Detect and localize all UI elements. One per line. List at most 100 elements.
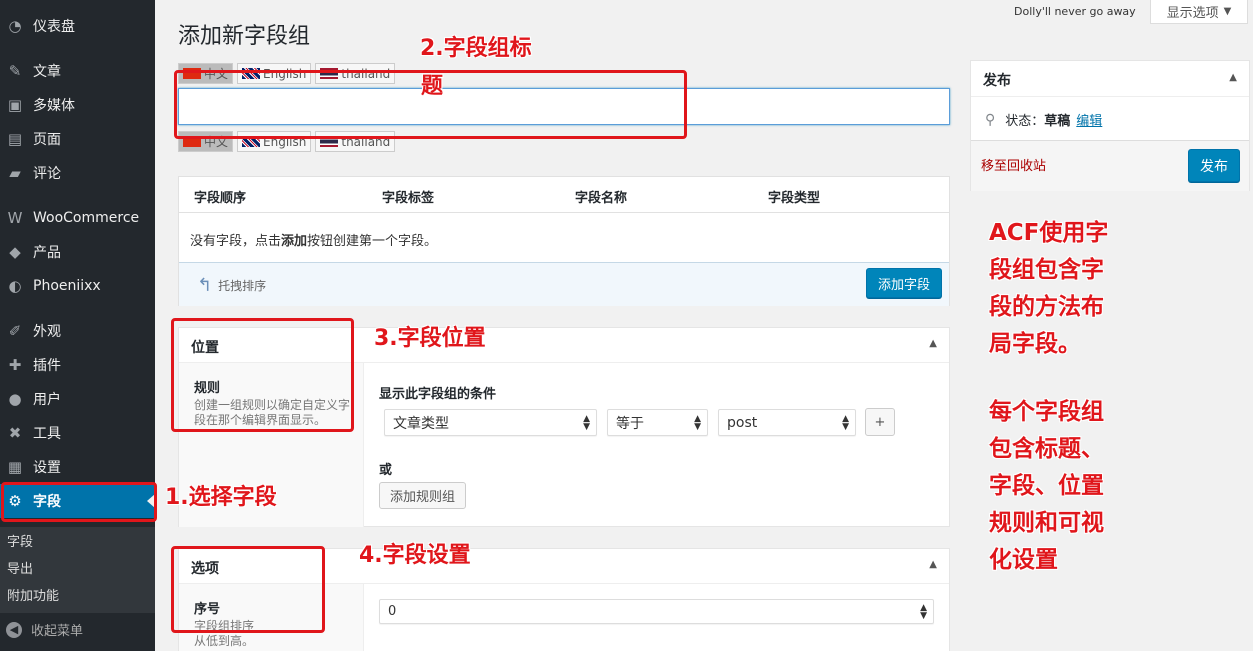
annotation-note-2: 每个字段组 包含标题、 字段、位置 规则和可视 化设置 (989, 394, 1104, 579)
param-value: 文章类型 (393, 415, 449, 432)
add-rule-button[interactable]: + (865, 408, 895, 436)
submenu: 字段 导出 附加功能 (0, 527, 155, 613)
collapse-icon: ◀ (6, 621, 22, 638)
no-fields-message: 没有字段，点击添加按钮创建第一个字段。 (190, 230, 437, 249)
sidebar-item-9[interactable]: ✚ 插件 (0, 348, 155, 382)
sidebar-item-5[interactable]: W WooCommerce (0, 201, 155, 235)
msg-suffix: 按钮创建第一个字段。 (307, 234, 438, 249)
tools-icon: ✖ (8, 424, 22, 442)
submenu-item-addons[interactable]: 附加功能 (7, 585, 59, 604)
dolly-text: Dolly'll never go away (1014, 5, 1136, 18)
curved-arrow-icon: ↰ (197, 275, 213, 296)
sidebar-item-10[interactable]: ● 用户 (0, 382, 155, 416)
appearance-icon: ✐ (8, 322, 22, 340)
submenu-item-fields[interactable]: 字段 (7, 531, 33, 550)
annotation-1: 1.选择字段 (165, 485, 277, 510)
operator-select[interactable]: 等于 ▲ ▼ (607, 409, 708, 436)
collapse-arrow-icon[interactable]: ▲ (929, 338, 937, 349)
publish-box: 发布 ▲ ⚲ 状态： 草稿 编辑 移至回收站 发布 (970, 60, 1250, 191)
user-icon: ● (8, 390, 22, 408)
collapse-arrow-icon[interactable]: ▲ (929, 559, 937, 570)
order-value: 0 (388, 604, 397, 619)
drag-sort-label: 托拽排序 (218, 279, 267, 293)
annotation-note-1: ACF使用字 段组包含字 段的方法布 局字段。 (989, 215, 1108, 363)
operator-value: 等于 (616, 415, 644, 432)
phoeniixx-icon: ◐ (8, 277, 22, 295)
note-line: ACF使用字 (989, 220, 1109, 246)
admin-sidebar: ◔ 仪表盘 ✎ 文章 ▣ 多媒体 ▤ 页面 ▰ 评论 W WooCommerce ◆ 产品 ◐ Phoenii… (0, 0, 155, 651)
annotation-4: 4.字段设置 (359, 543, 471, 568)
status-value: 草稿 (1044, 114, 1071, 129)
caret-down-icon: ▼ (1223, 6, 1232, 17)
note-line: 局字段。 (989, 331, 1081, 357)
sidebar-item-label: 外观 (33, 324, 61, 340)
sidebar-item-label: 工具 (33, 426, 61, 442)
sidebar-item-label: 页面 (33, 132, 61, 148)
page-title: 添加新字段组 (178, 24, 311, 49)
fields-table: 字段顺序 字段标签 字段名称 字段类型 没有字段，点击添加按钮创建第一个字段。 … (178, 176, 950, 306)
col-label: 字段标签 (382, 191, 435, 206)
publish-button[interactable]: 发布 (1188, 149, 1240, 182)
sidebar-item-11[interactable]: ✖ 工具 (0, 416, 155, 450)
sidebar-item-0[interactable]: ◔ 仪表盘 (0, 9, 155, 43)
sidebar-item-label: 文章 (33, 64, 61, 80)
collapse-label: 收起菜单 (31, 624, 84, 639)
publish-header[interactable]: 发布 ▲ (971, 61, 1249, 97)
value-value: post (727, 414, 758, 431)
status-edit-link[interactable]: 编辑 (1076, 110, 1102, 129)
annotation-box-options (171, 546, 325, 633)
pin-icon: ⚲ (985, 111, 996, 128)
sidebar-item-label: 产品 (33, 245, 61, 261)
annotation-box-location (171, 318, 354, 432)
order-number-input[interactable]: 0 ▲ ▼ (379, 599, 934, 624)
select-arrows-icon: ▲ ▼ (583, 414, 590, 432)
note-line: 每个字段组 (989, 399, 1104, 425)
note-line: 化设置 (989, 547, 1058, 573)
sidebar-item-1[interactable]: ✎ 文章 (0, 54, 155, 88)
fields-table-header: 字段顺序 字段标签 字段名称 字段类型 (179, 177, 949, 213)
sidebar-item-7[interactable]: ◐ Phoeniixx (0, 269, 155, 303)
screen-options-label: 显示选项 (1166, 6, 1219, 21)
note-line: 规则和可视 (989, 510, 1104, 536)
page-icon: ▤ (7, 130, 23, 148)
dashboard-icon: ◔ (8, 17, 22, 35)
col-type: 字段类型 (768, 191, 821, 206)
sidebar-item-3[interactable]: ▤ 页面 (0, 122, 155, 156)
move-to-trash-link[interactable]: 移至回收站 (981, 155, 1046, 174)
fields-table-footer: ↰ 托拽排序 添加字段 (179, 262, 949, 306)
sidebar-item-label: 评论 (33, 166, 61, 182)
add-rule-group-button[interactable]: 添加规则组 (379, 482, 466, 509)
sidebar-item-12[interactable]: ▦ 设置 (0, 450, 155, 484)
submenu-item-export[interactable]: 导出 (7, 558, 33, 577)
media-icon: ▣ (7, 96, 23, 114)
sidebar-item-8[interactable]: ✐ 外观 (0, 314, 155, 348)
stepper-arrows-icon[interactable]: ▲ ▼ (920, 604, 927, 621)
or-label: 或 (379, 463, 393, 478)
collapse-menu-button[interactable]: ◀ 收起菜单 (6, 620, 83, 639)
sidebar-item-label: 用户 (33, 392, 61, 408)
col-name: 字段名称 (575, 191, 628, 206)
comment-icon: ▰ (9, 164, 21, 182)
msg-prefix: 没有字段，点击 (190, 234, 282, 249)
note-line: 段的方法布 (989, 294, 1104, 320)
sidebar-item-label: 设置 (33, 460, 61, 476)
annotation-box-fields-menu (1, 482, 157, 522)
col-order: 字段顺序 (194, 191, 247, 206)
screen-options-button[interactable]: 显示选项 ▼ (1150, 0, 1248, 24)
sidebar-item-label: 仪表盘 (33, 19, 75, 35)
note-line: 段组包含字 (989, 257, 1104, 283)
sidebar-item-label: 插件 (33, 358, 61, 374)
add-field-button[interactable]: 添加字段 (866, 268, 942, 298)
plugin-icon: ✚ (8, 356, 22, 374)
sidebar-item-6[interactable]: ◆ 产品 (0, 235, 155, 269)
value-select[interactable]: post ▲ ▼ (718, 409, 856, 436)
collapse-arrow-icon[interactable]: ▲ (1229, 72, 1237, 83)
sidebar-item-4[interactable]: ▰ 评论 (0, 156, 155, 190)
sidebar-item-label: 多媒体 (33, 98, 75, 114)
param-select[interactable]: 文章类型 ▲ ▼ (384, 409, 597, 436)
sidebar-item-2[interactable]: ▣ 多媒体 (0, 88, 155, 122)
condition-label: 显示此字段组的条件 (379, 387, 497, 402)
drag-sort-hint: ↰ 托拽排序 (197, 275, 266, 296)
annotation-2-line2: 题 (421, 74, 444, 99)
sidebar-item-label: WooCommerce (33, 210, 140, 226)
